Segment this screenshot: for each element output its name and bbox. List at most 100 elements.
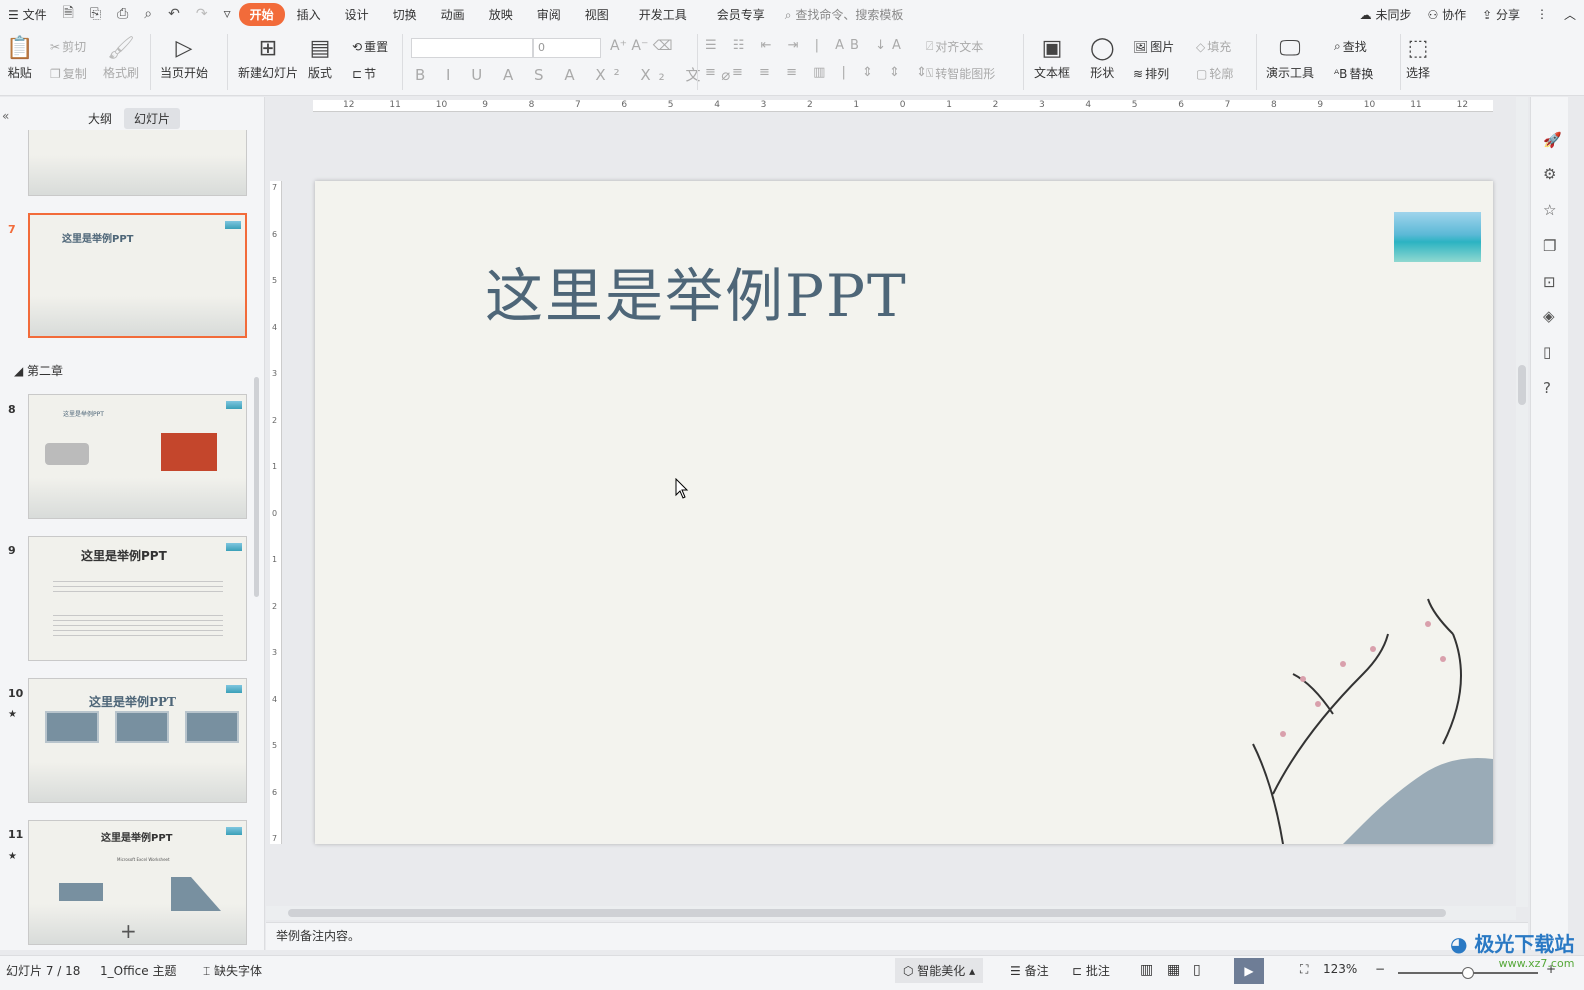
smart-shape-button[interactable]: ⍂ 转智能图形 bbox=[926, 65, 995, 82]
add-slide-button[interactable]: + bbox=[120, 919, 137, 943]
slide-thumbnail-10[interactable]: 这里是举例PPT bbox=[28, 678, 247, 803]
save-icon[interactable]: 🗎 bbox=[55, 2, 82, 26]
paste-button[interactable]: 📋 粘贴 bbox=[6, 34, 33, 81]
zoom-level[interactable]: 123% bbox=[1323, 962, 1357, 976]
cut-button[interactable]: ✂ 剪切 bbox=[50, 38, 86, 55]
horizontal-scrollbar[interactable] bbox=[266, 906, 1516, 920]
comment-button[interactable]: ⊏ 批注 bbox=[1072, 962, 1110, 979]
align-text-button[interactable]: ⍁ 对齐文本 bbox=[926, 38, 983, 55]
beautify-button[interactable]: ⬡ 智能美化 ▴ bbox=[895, 958, 984, 983]
settings-sliders-icon[interactable]: ⚙ bbox=[1543, 165, 1556, 183]
notes-pane[interactable]: 举例备注内容。 bbox=[266, 922, 1528, 950]
rocket-icon[interactable]: 🚀 bbox=[1543, 131, 1562, 149]
present-tools-button[interactable]: 🖵 演示工具 bbox=[1266, 34, 1314, 81]
list-buttons[interactable]: ☰ ☷ ⇤ ⇥ | AB ↓A bbox=[705, 38, 907, 53]
slide-canvas[interactable]: 这里是举例PPT bbox=[315, 181, 1493, 844]
shape-button[interactable]: ◯ 形状 bbox=[1090, 34, 1115, 81]
ruler-tick-label: 1 bbox=[946, 100, 952, 110]
reading-view-icon[interactable]: ▯ bbox=[1193, 962, 1201, 978]
vertical-scrollbar[interactable] bbox=[1516, 97, 1528, 907]
tab-view[interactable]: 视图 bbox=[573, 6, 621, 23]
select-button[interactable]: ⬚ 选择 bbox=[1406, 34, 1430, 81]
theme-name[interactable]: 1_Office 主题 bbox=[100, 962, 176, 979]
tab-insert[interactable]: 插入 bbox=[285, 6, 333, 23]
sorter-view-icon[interactable]: ▦ bbox=[1167, 962, 1180, 978]
help-icon[interactable]: ? bbox=[1543, 379, 1551, 397]
section-button[interactable]: ⊏ 节 bbox=[352, 65, 376, 82]
align-buttons[interactable]: ≡ ≡ ≡ ≡ ▥ | ⇕ ⇕ ⇕ bbox=[705, 65, 933, 80]
book-icon[interactable]: ▯ bbox=[1543, 343, 1551, 361]
tab-home[interactable]: 开始 bbox=[238, 2, 285, 26]
compass-icon[interactable]: ◈ bbox=[1543, 307, 1555, 325]
play-current-button[interactable]: ▷ 当页开始 bbox=[160, 34, 208, 81]
slide-thumbnail-7[interactable]: 这里是举例PPT bbox=[28, 213, 247, 338]
beautify-label: 智能美化 bbox=[917, 964, 966, 978]
preview-icon[interactable]: ⌕ bbox=[136, 6, 160, 22]
textbox-button[interactable]: ▣ 文本框 bbox=[1034, 34, 1070, 81]
sync-button[interactable]: ☁ 未同步 bbox=[1352, 6, 1420, 23]
more-icon[interactable]: ⋮ bbox=[1528, 7, 1556, 21]
fill-button[interactable]: ◇ 填充 bbox=[1196, 38, 1231, 55]
slides-icon[interactable]: ❐ bbox=[1543, 237, 1556, 255]
play-slideshow-button[interactable]: ▶ bbox=[1234, 958, 1264, 984]
redo-icon[interactable]: ↷ bbox=[188, 6, 216, 22]
collapse-ribbon-icon[interactable]: ︿ bbox=[1556, 6, 1584, 23]
customize-icon[interactable]: ▿ bbox=[216, 6, 239, 22]
tab-slideshow[interactable]: 放映 bbox=[477, 6, 525, 23]
collab-button[interactable]: ⚇ 协作 bbox=[1420, 6, 1475, 23]
slide-title[interactable]: 这里是举例PPT bbox=[485, 249, 908, 333]
slide-image[interactable] bbox=[1394, 212, 1481, 262]
new-slide-button[interactable]: ⊞ 新建幻灯片 bbox=[238, 34, 298, 81]
copy-button[interactable]: ❐ 复制 bbox=[50, 65, 87, 82]
font-family-select[interactable] bbox=[411, 38, 533, 58]
title-bar: ☰ 文件 🗎 ⎘ ⎙ ⌕ ↶ ↷ ▿ 开始 插入 设计 切换 动画 放映 审阅 … bbox=[0, 0, 1584, 28]
tab-animation[interactable]: 动画 bbox=[429, 6, 477, 23]
zoom-out-button[interactable]: − bbox=[1375, 962, 1385, 976]
find-button[interactable]: ⌕ 查找 bbox=[1334, 38, 1367, 55]
font-size-buttons[interactable]: A⁺ A⁻ ⌫ bbox=[610, 38, 673, 54]
format-painter-button[interactable]: 🖌 格式刷 bbox=[103, 34, 139, 81]
tab-member[interactable]: 会员专享 bbox=[705, 6, 777, 23]
normal-view-icon[interactable]: ▥ bbox=[1140, 962, 1153, 978]
outline-button[interactable]: ▢ 轮廓 bbox=[1196, 65, 1233, 82]
export-icon[interactable]: ⎘ bbox=[82, 6, 109, 22]
tab-review[interactable]: 审阅 bbox=[525, 6, 573, 23]
notes-text[interactable]: 举例备注内容。 bbox=[276, 929, 360, 943]
tab-design[interactable]: 设计 bbox=[333, 6, 381, 23]
replace-button[interactable]: ᴬB 替换 bbox=[1334, 65, 1373, 82]
vertical-ruler: 7 6 5 4 3 2 1 0 1 2 3 4 5 6 7 bbox=[270, 181, 282, 844]
share-button[interactable]: ⇪ 分享 bbox=[1474, 6, 1528, 23]
tab-slides[interactable]: 幻灯片 bbox=[124, 108, 181, 129]
tab-developer[interactable]: 开发工具 bbox=[621, 6, 705, 23]
gift-icon[interactable]: ⊡ bbox=[1543, 273, 1556, 291]
fit-window-icon[interactable]: ⛶ bbox=[1300, 962, 1308, 977]
print-icon[interactable]: ⎙ bbox=[109, 6, 136, 22]
missing-font-button[interactable]: ⌶ 缺失字体 bbox=[203, 962, 262, 979]
font-size-value: 0 bbox=[538, 41, 545, 54]
slide-thumbnail-8[interactable]: 这里是举例PPT bbox=[28, 394, 247, 519]
reset-icon: ⟲ bbox=[352, 39, 363, 54]
font-style-buttons[interactable]: B I U A S A X² X₂ 文 ⌀ bbox=[415, 64, 738, 85]
watermark-logo: ◕ 极光下载站 www.xz7.com bbox=[1450, 932, 1575, 970]
arrange-button[interactable]: ≋ 排列 bbox=[1133, 65, 1169, 82]
slide-thumbnail-9[interactable]: 这里是举例PPT bbox=[28, 536, 247, 661]
panel-scrollbar[interactable] bbox=[254, 377, 259, 597]
select-label: 选择 bbox=[1406, 66, 1431, 80]
section-header[interactable]: ◢ 第二章 bbox=[14, 362, 63, 379]
zoom-slider[interactable] bbox=[1398, 967, 1538, 979]
command-search[interactable]: ⌕ 查找命令、搜索模板 bbox=[777, 6, 912, 23]
font-size-select[interactable]: 0 bbox=[533, 38, 601, 58]
picture-button[interactable]: 🖼 图片 bbox=[1133, 38, 1174, 55]
notes-toggle[interactable]: ☰ 备注 bbox=[1010, 962, 1049, 979]
star-icon[interactable]: ☆ bbox=[1543, 201, 1556, 219]
collapse-panel-icon[interactable]: « bbox=[2, 109, 9, 123]
layout-button[interactable]: ▤ 版式 bbox=[308, 34, 332, 81]
ruler-tick-label: 6 bbox=[1178, 100, 1184, 110]
reset-button[interactable]: ⟲ 重置 bbox=[352, 38, 388, 55]
tab-transition[interactable]: 切换 bbox=[381, 6, 429, 23]
slide-thumbnail-11[interactable]: 这里是举例PPT Microsoft Excel Worksheet bbox=[28, 820, 247, 945]
file-menu[interactable]: ☰ 文件 bbox=[0, 6, 55, 23]
ruler-tick-label: 2 bbox=[272, 601, 278, 611]
tab-outline[interactable]: 大纲 bbox=[78, 108, 122, 129]
undo-icon[interactable]: ↶ bbox=[160, 6, 188, 22]
